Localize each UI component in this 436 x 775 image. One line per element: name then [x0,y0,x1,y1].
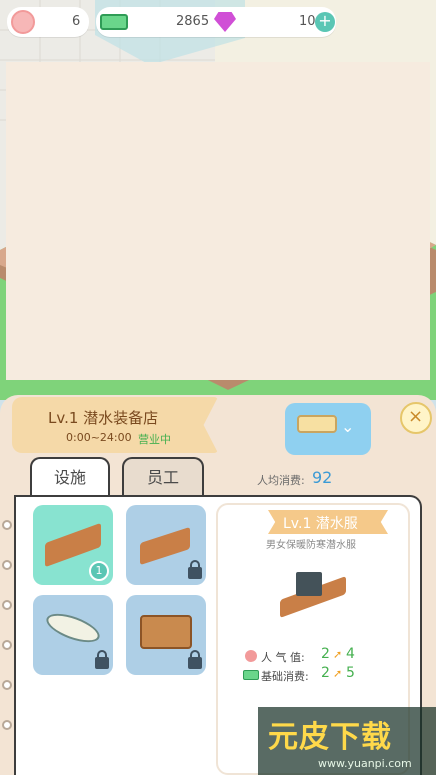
cabinet-icon [140,615,192,649]
popularity-from: 2 [321,646,330,662]
base-spend-from: 2 [321,665,330,681]
surfboard-icon [42,608,104,648]
binder-ring [2,680,12,690]
cash-icon [243,670,259,680]
gem-icon [214,12,236,32]
facility-slot-locked-4[interactable] [126,595,206,675]
binder-ring [2,520,12,530]
base-spend-to: 5 [346,665,355,681]
shop-hours: 0:00~24:00 [66,431,132,444]
detail-title: Lv.1 潜水服 [283,516,358,532]
binder-ring [2,720,12,730]
base-spend-label: 基础消费: [261,670,309,683]
plus-icon[interactable]: + [315,12,335,32]
detail-preview [280,570,346,619]
lock-icon [95,650,109,669]
paint-roller-icon [297,415,337,433]
popularity-icon [245,650,257,662]
binder-ring [2,640,12,650]
decorate-button[interactable]: ⌄ [285,403,371,455]
binder-ring [2,600,12,610]
close-icon: × [408,406,424,427]
facility-slot-locked-3[interactable] [33,595,113,675]
avg-spend-label: 人均消费: [257,474,305,487]
facility-slot-locked-2[interactable] [126,505,206,585]
binder-ring [2,560,12,570]
close-button[interactable]: × [400,402,432,434]
gem-count: 10 [299,14,316,29]
suit-rack-stand [296,572,322,596]
tab-facility[interactable]: 设施 [30,457,110,495]
cash-icon [100,14,128,30]
currency-bar[interactable]: 2865 10 + [96,7,336,37]
shell-icon [11,10,35,34]
tab-staff[interactable]: 员工 [122,457,204,495]
panel-inner [6,62,430,380]
upgrade-arrow-icon: ➚ [333,648,343,661]
watermark-url: www.yuanpi.com [318,757,412,770]
popularity-label: 人 气 值: [261,651,305,664]
lock-icon [188,650,202,669]
shell-counter[interactable]: 6 [7,7,89,37]
dive-suit-rack-icon [45,522,101,568]
shop-status: 营业中 [138,433,171,446]
lock-icon [188,560,202,579]
level-badge: 1 [89,561,109,581]
popularity-to: 4 [346,646,355,662]
detail-description: 男女保暖防寒潜水服 [266,540,356,551]
chevron-down-icon: ⌄ [341,417,355,436]
watermark-brand: 元皮下载 [268,720,392,755]
shop-title: Lv.1 潜水装备店 [48,409,159,427]
avg-spend-value: 92 [312,468,333,487]
cash-amount: 2865 [176,14,210,29]
shell-count: 6 [72,14,81,29]
display-table-icon [140,526,190,566]
upgrade-arrow-icon: ➚ [333,667,343,680]
